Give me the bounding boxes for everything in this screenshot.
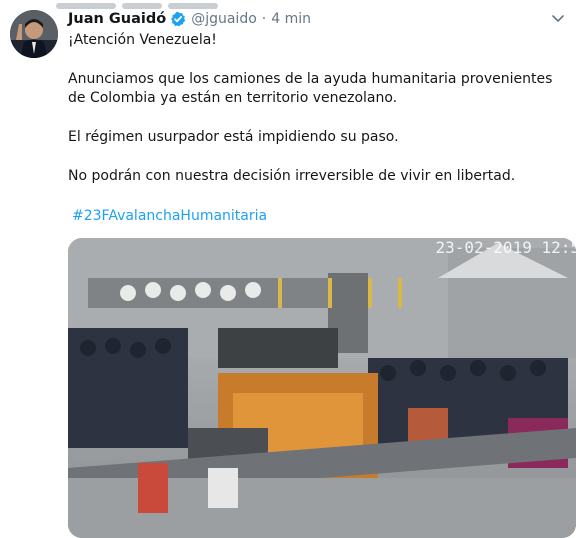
- tweet-photo[interactable]: 23-02-2019 12:5: [68, 238, 576, 538]
- photo-timestamp-overlay: 23-02-2019 12:5: [435, 238, 577, 257]
- tweet-line-4: No podrán con nuestra decisión irreversi…: [68, 168, 516, 184]
- previous-tweet-cutoff: [56, 0, 236, 9]
- tweet-line-3: El régimen usurpador está impidiendo su …: [68, 129, 399, 145]
- tweet-line-2: Anunciamos que los camiones de la ayuda …: [68, 71, 553, 106]
- chevron-down-icon[interactable]: [550, 10, 566, 26]
- author-handle[interactable]: @jguaido: [191, 11, 257, 27]
- tweet-header: Juan Guaidó @jguaido · 4 min: [68, 9, 311, 29]
- avatar[interactable]: [10, 10, 58, 58]
- author-name[interactable]: Juan Guaidó: [68, 11, 166, 27]
- tweet-line-1: ¡Atención Venezuela!: [68, 32, 217, 48]
- separator-dot: ·: [261, 11, 267, 27]
- tweet-timestamp[interactable]: 4 min: [271, 11, 311, 27]
- hashtag-link[interactable]: #23FAvalanchaHumanitaria: [72, 207, 267, 226]
- verified-badge-icon: [170, 11, 186, 27]
